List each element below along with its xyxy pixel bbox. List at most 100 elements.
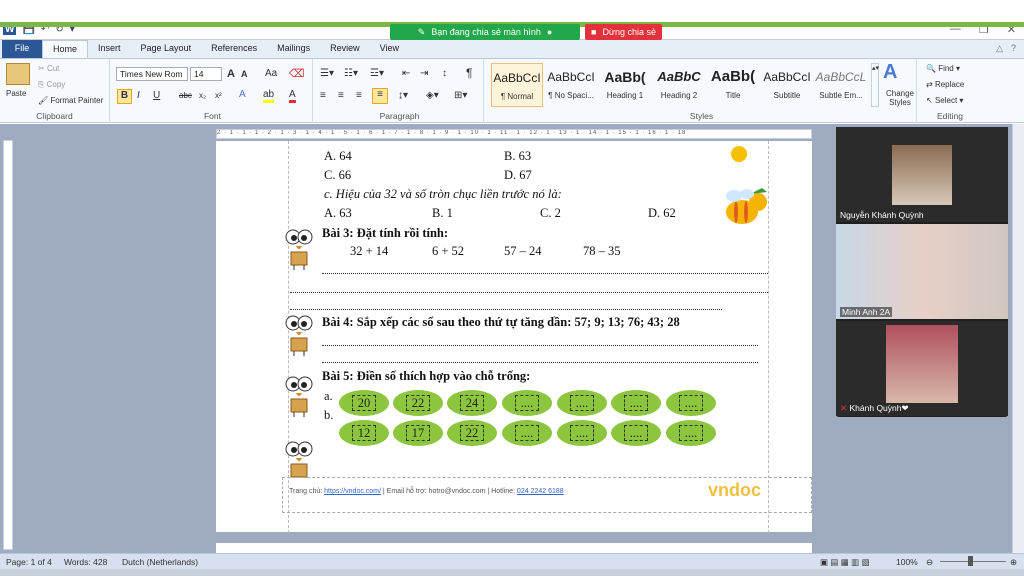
style-title[interactable]: AaBb(Title bbox=[707, 63, 759, 107]
vertical-ruler[interactable] bbox=[3, 140, 13, 550]
tab-references[interactable]: References bbox=[201, 40, 267, 58]
leaf-value[interactable]: 22 bbox=[406, 395, 430, 411]
word-count[interactable]: Words: 428 bbox=[64, 557, 107, 567]
decrease-indent-icon[interactable]: ⇤ bbox=[402, 68, 410, 79]
strikethrough-button[interactable]: abc bbox=[179, 91, 192, 100]
paste-button[interactable]: Paste bbox=[6, 89, 26, 98]
participant-tile-3[interactable]: ✕ Khánh Quỳnh❤ bbox=[836, 321, 1008, 416]
increase-indent-icon[interactable]: ⇥ bbox=[420, 68, 428, 79]
style-no-spacing[interactable]: AaBbCcI ¶ No Spaci... bbox=[545, 63, 597, 107]
text-effects-icon[interactable]: A bbox=[239, 89, 246, 100]
font-name-select[interactable]: Times New Rom bbox=[116, 67, 188, 81]
view-buttons[interactable]: ▣ ▤ ▦ ▥ ▧ bbox=[820, 557, 870, 568]
change-styles-icon[interactable]: A bbox=[883, 61, 897, 84]
grow-font-button[interactable]: A bbox=[227, 68, 235, 80]
tab-mailings[interactable]: Mailings bbox=[267, 40, 320, 58]
leaf-value[interactable]: 24 bbox=[460, 395, 484, 411]
justify-icon[interactable]: ≡ bbox=[372, 88, 388, 104]
styles-scroll-icon[interactable]: ▴▾ bbox=[871, 63, 879, 107]
clipboard-icon[interactable] bbox=[6, 63, 30, 85]
underline-button[interactable]: U bbox=[153, 90, 160, 101]
pin-icon[interactable]: ✎ bbox=[418, 27, 426, 38]
participant-name-row: ✕ Khánh Quỳnh❤ bbox=[840, 403, 909, 414]
align-left-icon[interactable]: ≡ bbox=[320, 90, 326, 101]
stop-icon: ■ bbox=[591, 27, 597, 37]
vertical-scrollbar[interactable] bbox=[1012, 124, 1024, 553]
language-indicator[interactable]: Dutch (Netherlands) bbox=[122, 557, 198, 567]
subscript-button[interactable]: x₂ bbox=[199, 91, 206, 100]
leaf-value[interactable]: .... bbox=[624, 395, 648, 411]
highlight-icon[interactable]: ab bbox=[263, 89, 275, 103]
font-size-select[interactable]: 14 bbox=[190, 67, 222, 81]
zoom-slider-handle[interactable] bbox=[968, 556, 973, 566]
select-button[interactable]: ↖ Select ▾ bbox=[926, 96, 963, 105]
bullets-icon[interactable]: ☰▾ bbox=[320, 68, 334, 79]
leaf-value[interactable]: .... bbox=[570, 395, 594, 411]
leaf-value[interactable]: 12 bbox=[352, 425, 376, 441]
copy-button[interactable]: ⎘ Copy bbox=[38, 80, 65, 90]
zoom-in-icon[interactable]: ⊕ bbox=[1010, 557, 1017, 568]
font-color-icon[interactable]: A bbox=[289, 89, 296, 103]
style-subtitle[interactable]: AaBbCcI Subtitle bbox=[761, 63, 813, 107]
multilevel-list-icon[interactable]: ☲▾ bbox=[370, 68, 384, 79]
leaf-a-6: .... bbox=[611, 390, 661, 416]
participant-tile-2[interactable]: Minh Anh 2A bbox=[836, 224, 1008, 319]
tab-view[interactable]: View bbox=[370, 40, 409, 58]
page-count[interactable]: Page: 1 of 4 bbox=[6, 557, 52, 567]
tab-page-layout[interactable]: Page Layout bbox=[131, 40, 202, 58]
answer-a: A. 63 bbox=[324, 206, 352, 220]
row-a-label: a. bbox=[324, 389, 333, 403]
group-font: Times New Rom 14 A A Aa ⌫ B I U abc x₂ x… bbox=[113, 59, 313, 123]
tab-home[interactable]: Home bbox=[42, 40, 89, 58]
tab-review[interactable]: Review bbox=[320, 40, 370, 58]
participant-name: Nguyễn Khánh Quỳnh bbox=[840, 210, 924, 220]
zoom-level[interactable]: 100% bbox=[896, 557, 918, 567]
leaf-value[interactable]: 17 bbox=[406, 425, 430, 441]
participant-tile-1[interactable]: Nguyễn Khánh Quỳnh bbox=[836, 127, 1008, 222]
leaf-value[interactable]: 20 bbox=[352, 395, 376, 411]
change-case-button[interactable]: Aa bbox=[265, 68, 277, 79]
help-icon[interactable]: ? bbox=[1011, 43, 1016, 54]
tab-insert[interactable]: Insert bbox=[88, 40, 131, 58]
shading-icon[interactable]: ◈▾ bbox=[426, 90, 439, 101]
leaf-value[interactable]: .... bbox=[570, 425, 594, 441]
minimize-ribbon-icon[interactable]: △ bbox=[996, 43, 1003, 54]
borders-icon[interactable]: ⊞▾ bbox=[454, 90, 467, 101]
leaf-value[interactable]: .... bbox=[679, 425, 703, 441]
align-center-icon[interactable]: ≡ bbox=[338, 90, 344, 101]
footer-hotline-link[interactable]: 024 2242 6188 bbox=[517, 488, 564, 495]
horizontal-ruler[interactable]: 2 · 1 · 1 · 1 · 2 · 1 · 3 · 1 · 4 · 1 · … bbox=[216, 129, 812, 139]
italic-button[interactable]: I bbox=[137, 90, 140, 101]
replace-button[interactable]: ⇄ Replace bbox=[926, 80, 964, 89]
stop-sharing-button[interactable]: ■ Dừng chia sẻ bbox=[585, 24, 662, 40]
zoom-out-icon[interactable]: ⊖ bbox=[926, 557, 933, 568]
show-marks-icon[interactable]: ¶ bbox=[466, 66, 472, 80]
format-painter-button[interactable]: 🖌 Format Painter bbox=[38, 96, 103, 105]
align-right-icon[interactable]: ≡ bbox=[356, 90, 362, 101]
footer-home-link[interactable]: https://vndoc.com/ bbox=[324, 488, 381, 495]
leaf-value[interactable]: .... bbox=[679, 395, 703, 411]
zoom-slider[interactable] bbox=[940, 561, 1006, 562]
numbering-icon[interactable]: ☷▾ bbox=[344, 68, 358, 79]
tab-file[interactable]: File bbox=[2, 40, 42, 58]
find-button[interactable]: 🔍 Find ▾ bbox=[926, 64, 960, 73]
line-spacing-icon[interactable]: ↨▾ bbox=[398, 90, 408, 101]
style-heading-2[interactable]: AaBbC Heading 2 bbox=[653, 63, 705, 107]
leaf-b-7: .... bbox=[666, 420, 716, 446]
style-normal[interactable]: AaBbCcI ¶ Normal bbox=[491, 63, 543, 107]
cut-button[interactable]: ✂ Cut bbox=[38, 64, 59, 73]
leaf-value[interactable]: .... bbox=[515, 395, 539, 411]
leaf-value[interactable]: .... bbox=[624, 425, 648, 441]
style-heading-1[interactable]: AaBb(Heading 1 bbox=[599, 63, 651, 107]
clear-formatting-icon[interactable]: ⌫ bbox=[289, 67, 305, 80]
leaf-value[interactable]: 22 bbox=[460, 425, 484, 441]
superscript-button[interactable]: x² bbox=[215, 91, 222, 100]
style-subtle-emphasis[interactable]: AaBbCcL Subtle Em... bbox=[815, 63, 867, 107]
shrink-font-button[interactable]: A bbox=[241, 69, 248, 79]
sort-icon[interactable]: ↕ bbox=[442, 68, 447, 79]
exercise-5-title: Bài 5: Điền số thích hợp vào chỗ trống: bbox=[322, 369, 531, 383]
bold-button[interactable]: B bbox=[117, 89, 132, 104]
change-styles-button[interactable]: Change Styles bbox=[883, 89, 917, 107]
leaf-value[interactable]: .... bbox=[515, 425, 539, 441]
leaf-a-7: .... bbox=[666, 390, 716, 416]
